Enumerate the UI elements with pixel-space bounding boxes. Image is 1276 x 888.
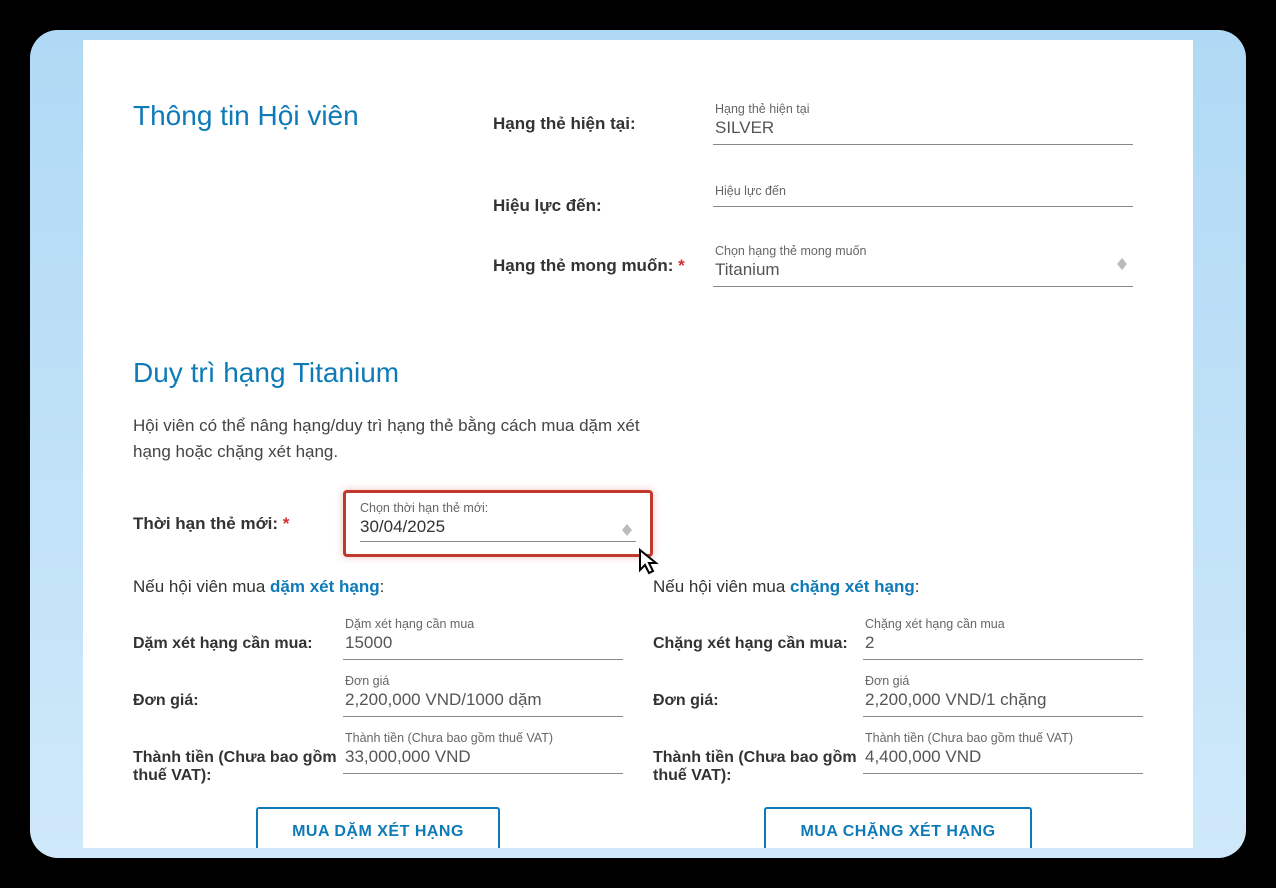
select-desired-tier[interactable]: Chọn hạng thẻ mong muốn Titanium — [713, 242, 1133, 287]
miles-heading-prefix: Nếu hội viên mua — [133, 577, 270, 596]
row-segments-need: Chặng xét hạng cần mua: Chặng xét hạng c… — [653, 615, 1143, 660]
field-miles-price: Đơn giá 2,200,000 VND/1000 dặm — [343, 672, 623, 717]
select-new-term[interactable]: Chọn thời hạn thẻ mới: 30/04/2025 — [343, 490, 653, 557]
segments-column: Nếu hội viên mua chặng xét hạng: Chặng x… — [653, 577, 1143, 848]
field-segments-total: Thành tiền (Chưa bao gồm thuế VAT) 4,400… — [863, 729, 1143, 774]
float-label-new-term: Chọn thời hạn thẻ mới: — [360, 501, 636, 515]
segments-heading: Nếu hội viên mua chặng xét hạng: — [653, 577, 1143, 597]
label-valid-until: Hiệu lực đến: — [493, 182, 713, 216]
field-segments-price: Đơn giá 2,200,000 VND/1 chặng — [863, 672, 1143, 717]
required-marker: * — [678, 256, 685, 275]
value-miles-total: 33,000,000 VND — [345, 747, 619, 767]
purchase-columns: Nếu hội viên mua dặm xét hạng: Dặm xét h… — [133, 577, 1143, 848]
label-current-tier: Hạng thẻ hiện tại: — [493, 100, 713, 134]
float-label-valid-until: Hiệu lực đến — [715, 184, 1129, 198]
label-new-term-text: Thời hạn thẻ mới: — [133, 514, 278, 533]
label-desired-tier: Hạng thẻ mong muốn: * — [493, 242, 713, 276]
segments-button-wrap: MUA CHẶNG XÉT HẠNG — [653, 807, 1143, 848]
float-segments-need: Chặng xét hạng cần mua — [865, 617, 1139, 631]
float-miles-need: Dặm xét hạng cần mua — [345, 617, 619, 631]
field-segments-need: Chặng xét hạng cần mua 2 — [863, 615, 1143, 660]
float-segments-price: Đơn giá — [865, 674, 1139, 688]
maintain-tier-section: Duy trì hạng Titanium Hội viên có thể nâ… — [133, 357, 1143, 848]
cursor-icon — [636, 548, 664, 576]
miles-column: Nếu hội viên mua dặm xét hạng: Dặm xét h… — [133, 577, 623, 848]
row-miles-price: Đơn giá: Đơn giá 2,200,000 VND/1000 dặm — [133, 672, 623, 717]
field-miles-total: Thành tiền (Chưa bao gồm thuế VAT) 33,00… — [343, 729, 623, 774]
row-segments-price: Đơn giá: Đơn giá 2,200,000 VND/1 chặng — [653, 672, 1143, 717]
buy-miles-button[interactable]: MUA DẶM XÉT HẠNG — [256, 807, 500, 848]
miles-heading-suffix: : — [380, 577, 385, 596]
required-marker: * — [283, 514, 290, 533]
member-info-section: Thông tin Hội viên Hạng thẻ hiện tại: Hạ… — [133, 100, 1143, 287]
buy-segments-button[interactable]: MUA CHẶNG XÉT HẠNG — [764, 807, 1031, 848]
chevron-updown-icon — [1115, 257, 1129, 271]
field-valid-until: Hiệu lực đến — [713, 182, 1133, 207]
segments-heading-link[interactable]: chặng xét hạng — [790, 577, 915, 596]
label-miles-total: Thành tiền (Chưa bao gồm thuế VAT): — [133, 729, 343, 785]
label-segments-need: Chặng xét hạng cần mua: — [653, 615, 863, 653]
float-segments-total: Thành tiền (Chưa bao gồm thuế VAT) — [865, 731, 1139, 745]
chevron-updown-icon — [620, 523, 634, 537]
value-new-term-text: 30/04/2025 — [360, 517, 445, 536]
section-title-maintain: Duy trì hạng Titanium — [133, 357, 1143, 389]
value-desired-tier: Titanium — [715, 260, 1129, 280]
row-segments-total: Thành tiền (Chưa bao gồm thuế VAT): Thàn… — [653, 729, 1143, 785]
value-miles-price: 2,200,000 VND/1000 dặm — [345, 690, 619, 710]
value-current-tier: SILVER — [715, 118, 1129, 138]
value-segments-need: 2 — [865, 633, 1139, 653]
label-desired-tier-text: Hạng thẻ mong muốn: — [493, 256, 673, 275]
segments-heading-suffix: : — [915, 577, 920, 596]
label-miles-need: Dặm xét hạng cần mua: — [133, 615, 343, 653]
value-new-term: 30/04/2025 — [360, 517, 636, 542]
float-label-desired-tier: Chọn hạng thẻ mong muốn — [715, 244, 1129, 258]
value-segments-total: 4,400,000 VND — [865, 747, 1139, 767]
maintain-description: Hội viên có thể nâng hạng/duy trì hạng t… — [133, 413, 673, 464]
value-segments-price: 2,200,000 VND/1 chặng — [865, 690, 1139, 710]
label-miles-price: Đơn giá: — [133, 672, 343, 710]
label-segments-total: Thành tiền (Chưa bao gồm thuế VAT): — [653, 729, 863, 785]
miles-button-wrap: MUA DẶM XÉT HẠNG — [133, 807, 623, 848]
float-miles-total: Thành tiền (Chưa bao gồm thuế VAT) — [345, 731, 619, 745]
row-miles-need: Dặm xét hạng cần mua: Dặm xét hạng cần m… — [133, 615, 623, 660]
term-row: Thời hạn thẻ mới: * Chọn thời hạn thẻ mớ… — [133, 490, 1143, 557]
content-panel: Thông tin Hội viên Hạng thẻ hiện tại: Hạ… — [83, 40, 1193, 848]
miles-heading-link[interactable]: dặm xét hạng — [270, 577, 380, 596]
segments-heading-prefix: Nếu hội viên mua — [653, 577, 790, 596]
device-frame: Thông tin Hội viên Hạng thẻ hiện tại: Hạ… — [30, 30, 1246, 858]
field-miles-need: Dặm xét hạng cần mua 15000 — [343, 615, 623, 660]
label-segments-price: Đơn giá: — [653, 672, 863, 710]
value-miles-need: 15000 — [345, 633, 619, 653]
float-label-current-tier: Hạng thẻ hiện tại — [715, 102, 1129, 116]
field-current-tier: Hạng thẻ hiện tại SILVER — [713, 100, 1133, 145]
miles-heading: Nếu hội viên mua dặm xét hạng: — [133, 577, 623, 597]
label-new-term: Thời hạn thẻ mới: * — [133, 490, 343, 534]
section-title-member-info: Thông tin Hội viên — [133, 100, 493, 132]
row-miles-total: Thành tiền (Chưa bao gồm thuế VAT): Thàn… — [133, 729, 623, 785]
float-miles-price: Đơn giá — [345, 674, 619, 688]
